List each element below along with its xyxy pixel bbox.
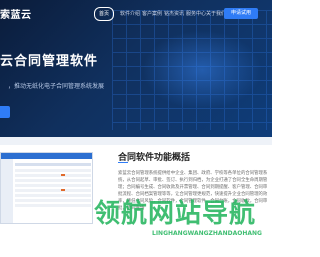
top-navbar: 索蓝云 首页 软件介绍 客户案例 铭杰资讯 服务中心 关于我们 申请试用	[0, 0, 272, 26]
screenshot-table-header	[15, 163, 91, 166]
nav-item-home[interactable]: 首页	[94, 7, 115, 21]
hero-banner: 索蓝云 首页 软件介绍 客户案例 铭杰资讯 服务中心 关于我们 申请试用 云合同…	[0, 0, 272, 137]
feature-title-underline	[118, 162, 128, 163]
screenshot-table-row	[15, 199, 91, 202]
hero-title: 云合同管理软件	[0, 54, 99, 69]
brand-logo[interactable]: 索蓝云	[0, 6, 32, 21]
screenshot-titlebar	[1, 153, 92, 159]
nav-item-news[interactable]: 铭杰资讯	[164, 8, 184, 20]
software-screenshot	[0, 152, 93, 224]
screenshot-sidebar	[1, 159, 13, 223]
screenshot-table-row	[15, 194, 91, 197]
screenshot-table-row	[15, 204, 91, 207]
nav-item-software[interactable]: 软件介绍	[120, 8, 140, 20]
hero-accent-bar	[0, 106, 10, 118]
watermark-text: 领航网站导航	[94, 199, 257, 229]
section-divider	[0, 137, 272, 145]
screenshot-highlight	[61, 174, 65, 176]
apply-trial-button[interactable]: 申请试用	[224, 8, 258, 19]
hero-decoration-glow	[142, 30, 262, 110]
nav-item-about[interactable]: 关于我们	[206, 8, 226, 20]
hero-subtitle: ，推动无纸化电子合同管理系统发展	[8, 83, 105, 90]
feature-title: 合同软件功能概括	[118, 153, 191, 163]
screenshot-table-row	[15, 174, 91, 177]
screenshot-table-row	[15, 184, 91, 187]
screenshot-highlight	[61, 189, 65, 191]
screenshot-table-row	[15, 179, 91, 182]
screenshot-table-row	[15, 169, 91, 172]
nav-item-cases[interactable]: 客户案例	[142, 8, 162, 20]
screenshot-table-row	[15, 189, 91, 192]
watermark-subtext: LINGHANGWANGZHANDAOHANG	[152, 230, 262, 237]
nav-item-service[interactable]: 服务中心	[186, 8, 206, 20]
